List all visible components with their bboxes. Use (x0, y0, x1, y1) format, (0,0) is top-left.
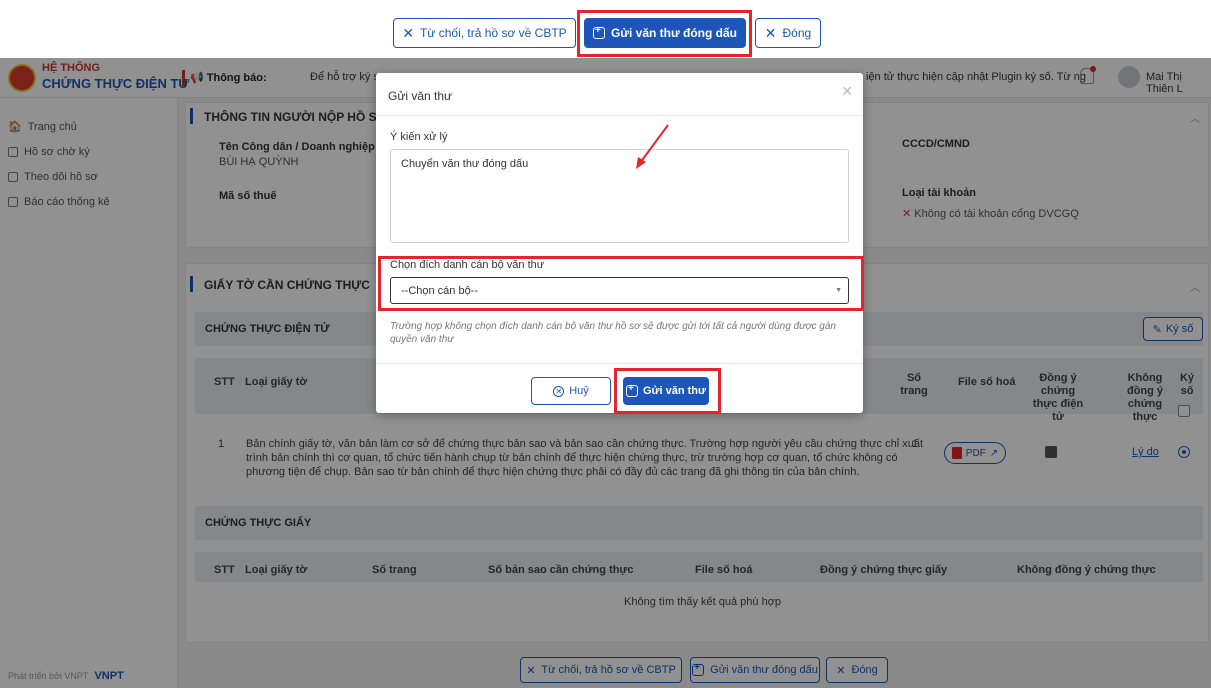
cancel-icon: ✕ (553, 385, 565, 397)
divider (376, 115, 863, 116)
reject-label: Từ chối, trả hồ sơ về CBTP (420, 26, 567, 40)
top-toolbar: ✕ Từ chối, trả hồ sơ về CBTP Gửi văn thư… (0, 0, 1211, 58)
close-button[interactable]: ✕ Đóng (755, 18, 821, 48)
close-icon[interactable]: ✕ (841, 83, 853, 100)
highlight-box (614, 368, 721, 414)
select-hint: Trường hợp không chọn đích danh cán bộ v… (390, 321, 836, 345)
opinion-textarea[interactable]: Chuyển văn thư đóng dấu (390, 149, 849, 243)
close-icon: ✕ (764, 24, 777, 41)
divider (376, 363, 863, 364)
close-label: Đóng (782, 26, 812, 40)
modal-title: Gửi văn thư (388, 89, 453, 103)
cancel-button[interactable]: ✕ Huỷ (531, 377, 611, 405)
close-icon: ✕ (402, 24, 415, 41)
opinion-label: Ý kiến xử lý (390, 131, 448, 143)
send-modal: Gửi văn thư ✕ Ý kiến xử lý Chuyển văn th… (376, 73, 863, 413)
reject-button[interactable]: ✕ Từ chối, trả hồ sơ về CBTP (393, 18, 576, 48)
highlight-box (378, 256, 864, 311)
highlight-box (577, 10, 752, 57)
